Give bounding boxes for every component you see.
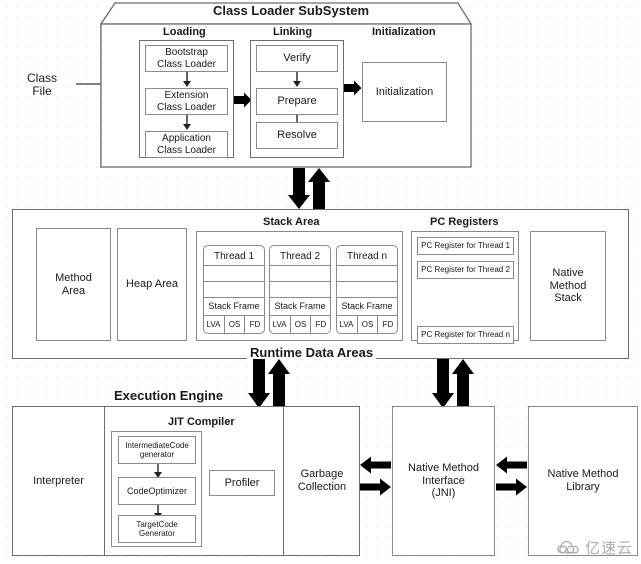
cloud-icon <box>557 540 579 553</box>
application-line2: Class Loader <box>157 144 216 156</box>
library-line1: Native Method <box>547 468 619 481</box>
verify-box: Verify <box>256 45 338 72</box>
thread-1-cell-fd: FD <box>249 320 261 330</box>
interpreter-divider <box>104 406 105 556</box>
method-area-line2: Area <box>61 284 86 297</box>
garbage-collection-line1: Garbage <box>300 468 344 481</box>
intermediate-code-generator-box: IntermediateCode generator <box>118 436 196 464</box>
native-method-library-box: Native Method Library <box>528 406 638 556</box>
application-line1: Application <box>162 133 211 144</box>
thread-1-divider-3 <box>203 297 265 298</box>
thread-1-cell-lva: LVA <box>206 320 221 330</box>
code-optimizer-label: CodeOptimizer <box>126 485 188 496</box>
extension-class-loader-box: Extension Class Loader <box>145 88 228 115</box>
thread-n-cell-lva: LVA <box>339 320 354 330</box>
intermediate-code-line1: IntermediateCode <box>125 440 189 450</box>
pc-register-thread-1: PC Register for Thread 1 <box>417 237 514 255</box>
jni-line3: (JNI) <box>431 487 456 500</box>
class-file-label: Class File <box>8 68 76 102</box>
thread-2-divider-3 <box>269 297 331 298</box>
pc-register-thread-n: PC Register for Thread n <box>417 326 514 344</box>
prepare-label: Prepare <box>277 95 317 108</box>
resolve-box: Resolve <box>256 122 338 149</box>
thread-1-stack-frame-label: Stack Frame <box>208 301 260 312</box>
linking-to-initialization-arrow-icon <box>344 80 362 96</box>
watermark: 亿速云 <box>557 537 633 558</box>
bootstrap-class-loader-box: Bootstrap Class Loader <box>145 45 228 72</box>
thread-1-divider-1 <box>203 265 265 266</box>
thread-2-stack-frame-label: Stack Frame <box>274 301 326 312</box>
thread-n-cell-os: OS <box>361 320 374 330</box>
profiler-box: Profiler <box>209 470 275 496</box>
code-optimizer-box: CodeOptimizer <box>118 477 196 505</box>
resolve-label: Resolve <box>277 129 317 142</box>
extension-line2: Class Loader <box>157 101 216 113</box>
thread-2-divider-2 <box>269 281 331 282</box>
runtime-to-execution-arrows-icon <box>248 359 290 408</box>
library-line2: Library <box>566 481 600 493</box>
thread-n-cell-fd: FD <box>382 320 394 330</box>
initialization-heading: Initialization <box>372 26 436 38</box>
profiler-label: Profiler <box>224 476 260 489</box>
heap-area-label: Heap Area <box>126 278 178 291</box>
thread-n-title: Thread n <box>346 250 388 262</box>
target-code-line1: TargetCode <box>136 519 178 529</box>
thread-n-stack-frame-label: Stack Frame <box>341 301 393 312</box>
native-method-stack-line3: Stack <box>554 292 582 305</box>
native-method-stack-line1: Native <box>552 267 584 280</box>
heap-area-box: Heap Area <box>117 228 187 341</box>
jni-library-arrows-icon <box>496 456 527 496</box>
jvm-architecture-diagram: Class File Class Loader SubSystem Loadin… <box>0 0 641 564</box>
classloader-to-runtime-arrows-icon <box>288 168 330 209</box>
thread-n-divider-1 <box>336 265 398 266</box>
loading-heading: Loading <box>163 26 206 38</box>
thread-2-cell-lva: LVA <box>272 320 287 330</box>
application-class-loader-box: Application Class Loader <box>145 131 228 158</box>
prepare-box: Prepare <box>256 88 338 115</box>
garbage-collection-line2: Collection <box>297 481 347 493</box>
bootstrap-line2: Class Loader <box>157 58 216 70</box>
bootstrap-line1: Bootstrap <box>165 47 208 58</box>
method-area-line1: Method <box>55 271 92 284</box>
thread-2-cell-os: OS <box>294 320 307 330</box>
initialization-box: Initialization <box>362 62 447 122</box>
native-method-stack-line2: Method <box>549 279 587 292</box>
pc-register-thread-2: PC Register for Thread 2 <box>417 261 514 279</box>
method-area-box: Method Area <box>36 228 111 341</box>
initialization-box-label: Initialization <box>375 85 434 98</box>
jni-line1: Native Method <box>408 462 479 475</box>
stack-area-heading: Stack Area <box>263 216 320 228</box>
pc-registers-heading: PC Registers <box>430 216 499 228</box>
native-method-interface-box: Native Method Interface (JNI) <box>392 406 495 556</box>
verify-label: Verify <box>283 52 311 65</box>
class-loader-title: Class Loader SubSystem <box>213 3 370 18</box>
thread-n-divider-2 <box>336 281 398 282</box>
gc-jni-arrows-icon <box>360 456 391 496</box>
thread-1-cell-os: OS <box>228 320 241 330</box>
class-file-line2: File <box>32 84 52 98</box>
native-method-stack-box: Native Method Stack <box>530 231 606 341</box>
interpreter-label: Interpreter <box>33 474 84 487</box>
loading-arrow-2-icon <box>183 115 191 130</box>
thread-2-cell-fd: FD <box>315 320 327 330</box>
thread-2-title: Thread 2 <box>279 250 321 262</box>
runtime-to-jni-arrows-icon <box>432 359 474 408</box>
intermediate-code-line2: generator <box>139 450 175 459</box>
execution-engine-title: Execution Engine <box>114 388 224 403</box>
watermark-text: 亿速云 <box>584 539 633 557</box>
linking-heading: Linking <box>273 26 313 38</box>
target-code-generator-box: TargetCode Generator <box>118 515 196 543</box>
garbage-collection-label: Garbage Collection <box>284 406 360 556</box>
loading-arrow-1-icon <box>183 72 191 87</box>
target-code-line2: Generator <box>138 529 176 538</box>
thread-2-divider-1 <box>269 265 331 266</box>
jit-compiler-heading: JIT Compiler <box>168 416 235 428</box>
thread-n-divider-3 <box>336 297 398 298</box>
extension-line1: Extension <box>164 90 209 101</box>
thread-1-divider-2 <box>203 281 265 282</box>
jni-line2: Interface <box>422 474 465 487</box>
linking-arrow-1-icon <box>293 72 301 87</box>
thread-1-title: Thread 1 <box>213 250 255 262</box>
